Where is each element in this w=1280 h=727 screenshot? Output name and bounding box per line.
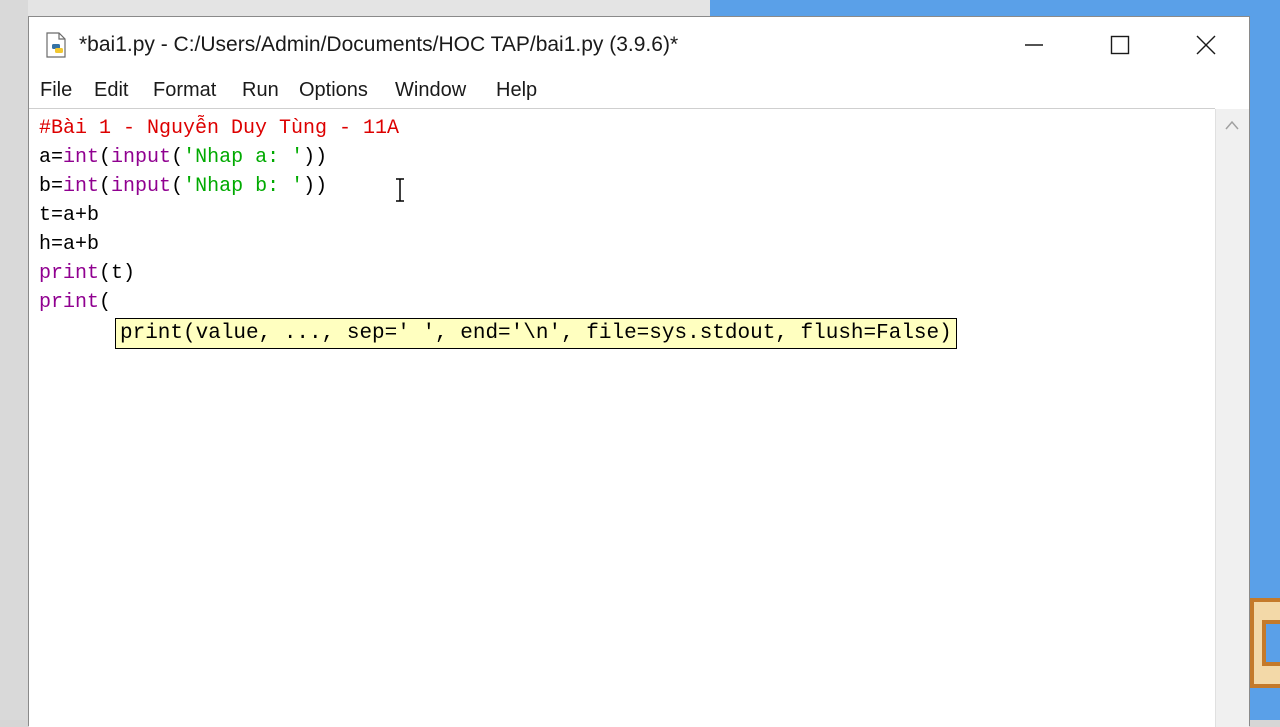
calltip-tooltip: print(value, ..., sep=' ', end='\n', fil… <box>115 318 957 349</box>
menu-window[interactable]: Window <box>395 75 466 102</box>
code-token: input <box>111 146 172 169</box>
python-file-icon <box>46 32 66 58</box>
idle-editor-window: *bai1.py - C:/Users/Admin/Documents/HOC … <box>28 16 1250 727</box>
menu-help[interactable]: Help <box>496 75 537 102</box>
chevron-up-icon[interactable] <box>1224 119 1240 131</box>
code-token: print <box>39 291 100 314</box>
menu-options[interactable]: Options <box>299 75 368 102</box>
menu-file[interactable]: File <box>40 75 72 102</box>
code-token: print <box>39 262 100 285</box>
code-token: int <box>63 175 100 198</box>
code-token: ( <box>171 146 184 169</box>
code-token: 'Nhap a: ' <box>183 146 304 169</box>
code-token: ( <box>171 175 184 198</box>
close-button[interactable] <box>1163 17 1249 73</box>
code-token: a= <box>39 146 64 169</box>
maximize-button[interactable] <box>1077 17 1163 73</box>
code-token: int <box>63 146 100 169</box>
minimize-button[interactable] <box>991 17 1077 73</box>
code-token: )) <box>303 175 328 198</box>
code-token: ( <box>99 291 112 314</box>
window-title: *bai1.py - C:/Users/Admin/Documents/HOC … <box>79 33 679 56</box>
code-token: h=a+b <box>39 233 100 256</box>
desktop-background-left <box>0 0 28 720</box>
close-icon <box>1196 35 1216 55</box>
code-line[interactable]: t=a+b <box>39 201 99 230</box>
text-cursor-icon <box>396 178 404 202</box>
code-line[interactable]: print(t) <box>39 259 135 288</box>
desktop-decoration-inner <box>1262 620 1280 666</box>
code-line[interactable]: #Bài 1 - Nguyễn Duy Tùng - 11A <box>39 114 399 143</box>
menu-format[interactable]: Format <box>153 75 216 102</box>
code-line[interactable]: b=int(input('Nhap b: ')) <box>39 172 327 201</box>
code-line[interactable]: h=a+b <box>39 230 99 259</box>
code-line[interactable]: a=int(input('Nhap a: ')) <box>39 143 327 172</box>
code-token: (t) <box>99 262 136 285</box>
code-token: ( <box>99 146 112 169</box>
minimize-icon <box>1025 44 1043 46</box>
code-token: #Bài 1 - Nguyễn Duy Tùng - 11A <box>39 117 400 140</box>
code-token: b= <box>39 175 64 198</box>
code-token: t=a+b <box>39 204 100 227</box>
code-token: ( <box>99 175 112 198</box>
menu-edit[interactable]: Edit <box>94 75 128 102</box>
title-bar[interactable]: *bai1.py - C:/Users/Admin/Documents/HOC … <box>29 17 1249 75</box>
menu-run[interactable]: Run <box>242 75 279 102</box>
code-token: )) <box>303 146 328 169</box>
code-line[interactable]: print( <box>39 288 111 317</box>
code-token: input <box>111 175 172 198</box>
vertical-scrollbar[interactable] <box>1215 109 1249 727</box>
code-token: 'Nhap b: ' <box>183 175 304 198</box>
menu-bar: File Edit Format Run Options Window Help <box>29 75 1249 109</box>
code-editor[interactable]: print(print(t) h=a+b t=a+b b=int(input('Nha… <box>29 109 1215 727</box>
maximize-icon <box>1110 35 1130 55</box>
